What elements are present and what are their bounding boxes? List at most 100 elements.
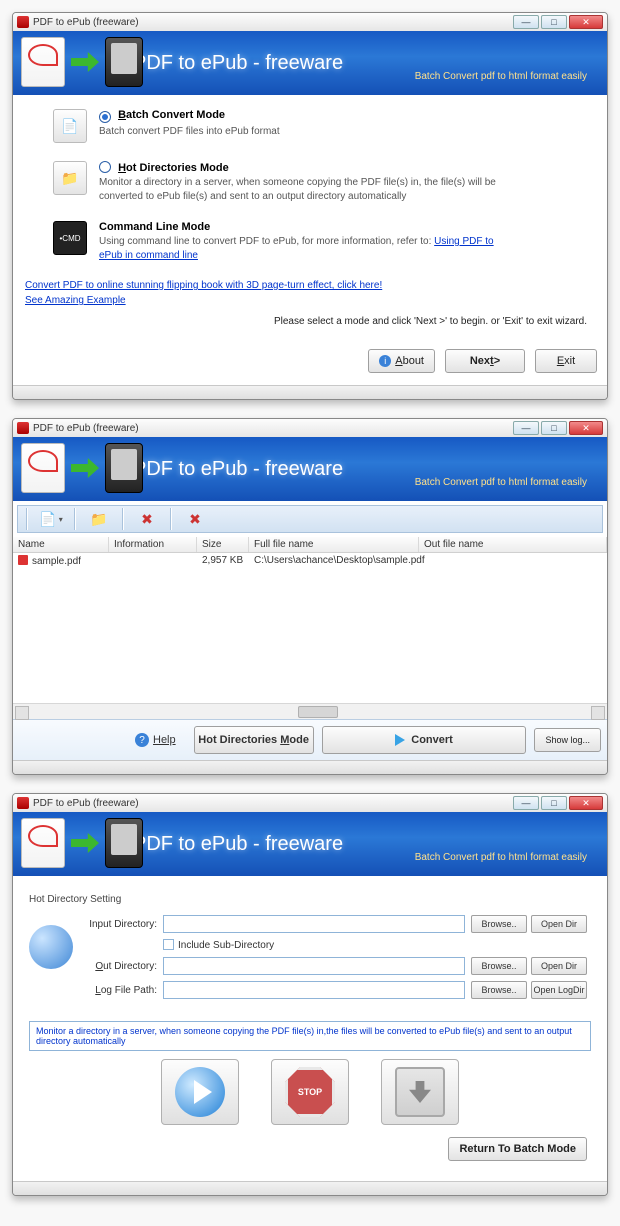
banner-title: PDF to ePub - freeware <box>133 833 343 856</box>
maximize-button[interactable]: □ <box>541 421 567 435</box>
app-icon <box>17 422 29 434</box>
window-batch-convert: PDF to ePub (freeware) — □ ✕ PDF to ePub… <box>12 418 608 775</box>
download-icon <box>395 1067 445 1117</box>
hotdir-mode-desc: Monitor a directory in a server, when so… <box>99 176 519 203</box>
play-circle-icon <box>175 1067 225 1117</box>
log-path-field[interactable] <box>163 981 465 999</box>
input-directory-field[interactable] <box>163 915 465 933</box>
cell-name: sample.pdf <box>32 556 81 567</box>
label-input-dir: Input Directory: <box>83 919 163 930</box>
title: PDF to ePub (freeware) <box>33 798 139 809</box>
col-size[interactable]: Size <box>197 537 249 552</box>
add-folder-button[interactable]: 📁 <box>86 508 112 530</box>
close-button[interactable]: ✕ <box>569 15 603 29</box>
pdf-logo-icon <box>21 37 65 87</box>
output-button[interactable] <box>381 1059 459 1125</box>
browse-input-button[interactable]: Browse.. <box>471 915 527 933</box>
play-icon <box>395 734 405 746</box>
banner: PDF to ePub - freeware Batch Convert pdf… <box>13 31 607 95</box>
table-row[interactable]: sample.pdf 2,957 KB C:\Users\achance\Des… <box>13 553 607 569</box>
col-fullname[interactable]: Full file name <box>249 537 419 552</box>
col-name[interactable]: Name <box>13 537 109 552</box>
maximize-button[interactable]: □ <box>541 796 567 810</box>
minimize-button[interactable]: — <box>513 796 539 810</box>
titlebar[interactable]: PDF to ePub (freeware) — □ ✕ <box>13 794 607 812</box>
mode-batch-convert[interactable]: 📄 Batch Convert Mode Batch convert PDF f… <box>53 109 593 143</box>
instruction-text: Please select a mode and click 'Next >' … <box>53 316 587 327</box>
globe-icon <box>29 925 73 969</box>
mode-command-line: •CMD Command Line Mode Using command lin… <box>53 221 593 262</box>
minimize-button[interactable]: — <box>513 15 539 29</box>
cmd-mode-icon: •CMD <box>53 221 87 255</box>
ebook-logo-icon <box>105 37 143 87</box>
statusbar <box>13 385 607 399</box>
cell-outname <box>419 553 607 569</box>
help-link[interactable]: ?Help <box>135 733 176 747</box>
pdf-file-icon <box>18 555 28 565</box>
cmd-mode-desc: Using command line to convert PDF to ePu… <box>99 235 519 262</box>
section-label: Hot Directory Setting <box>29 894 591 905</box>
ebook-logo-icon <box>105 443 143 493</box>
open-out-dir-button[interactable]: Open Dir <box>531 957 587 975</box>
radio-hotdir[interactable] <box>99 161 111 173</box>
titlebar[interactable]: PDF to ePub (freeware) — □ ✕ <box>13 13 607 31</box>
tools-button[interactable]: ✖ <box>182 508 208 530</box>
stop-button[interactable]: STOP <box>271 1059 349 1125</box>
show-log-button[interactable]: Show log... <box>534 728 601 752</box>
add-file-button[interactable]: 📄 <box>38 508 64 530</box>
titlebar[interactable]: PDF to ePub (freeware) — □ ✕ <box>13 419 607 437</box>
maximize-button[interactable]: □ <box>541 15 567 29</box>
app-icon <box>17 16 29 28</box>
next-button[interactable]: Next> <box>445 349 525 373</box>
hot-dir-mode-icon: 📁 <box>53 161 87 195</box>
banner-subtitle: Batch Convert pdf to html format easily <box>415 71 587 82</box>
title: PDF to ePub (freeware) <box>33 17 139 28</box>
close-button[interactable]: ✕ <box>569 421 603 435</box>
statusbar <box>13 760 607 774</box>
start-button[interactable] <box>161 1059 239 1125</box>
hot-directories-mode-button[interactable]: Hot Directories Mode <box>194 726 314 754</box>
pdf-logo-icon <box>21 443 65 493</box>
include-subdir-option[interactable]: Include Sub-Directory <box>163 939 274 951</box>
banner: PDF to ePub - freeware Batch Convert pdf… <box>13 812 607 876</box>
out-directory-field[interactable] <box>163 957 465 975</box>
window-hot-directory: PDF to ePub (freeware) — □ ✕ PDF to ePub… <box>12 793 608 1196</box>
open-input-dir-button[interactable]: Open Dir <box>531 915 587 933</box>
arrow-icon <box>71 52 99 72</box>
checkbox-subdir[interactable] <box>163 939 174 950</box>
arrow-icon <box>71 458 99 478</box>
flipbook-link[interactable]: Convert PDF to online stunning flipping … <box>25 280 593 291</box>
pdf-logo-icon <box>21 818 65 868</box>
example-link[interactable]: See Amazing Example <box>25 295 593 306</box>
exit-button[interactable]: Exit <box>535 349 597 373</box>
col-outname[interactable]: Out file name <box>419 537 607 552</box>
grid-body[interactable]: sample.pdf 2,957 KB C:\Users\achance\Des… <box>13 553 607 703</box>
statusbar <box>13 1181 607 1195</box>
label-out-dir: Out Directory: <box>83 961 163 972</box>
close-button[interactable]: ✕ <box>569 796 603 810</box>
browse-out-button[interactable]: Browse.. <box>471 957 527 975</box>
arrow-icon <box>71 833 99 853</box>
cell-info <box>109 553 197 569</box>
horizontal-scrollbar[interactable] <box>13 703 607 719</box>
label-log-path: Log File Path: <box>83 985 163 996</box>
banner-subtitle: Batch Convert pdf to html format easily <box>415 852 587 863</box>
stop-icon: STOP <box>285 1067 335 1117</box>
radio-batch[interactable] <box>99 111 111 123</box>
app-icon <box>17 797 29 809</box>
batch-mode-icon: 📄 <box>53 109 87 143</box>
grid-header: Name Information Size Full file name Out… <box>13 537 607 553</box>
banner: PDF to ePub - freeware Batch Convert pdf… <box>13 437 607 501</box>
cell-size: 2,957 KB <box>197 553 249 569</box>
col-info[interactable]: Information <box>109 537 197 552</box>
mode-hot-directories[interactable]: 📁 Hot Directories Mode Monitor a directo… <box>53 161 593 203</box>
remove-button[interactable]: ✖ <box>134 508 160 530</box>
browse-log-button[interactable]: Browse.. <box>471 981 527 999</box>
minimize-button[interactable]: — <box>513 421 539 435</box>
open-log-dir-button[interactable]: Open LogDir <box>531 981 587 999</box>
return-batch-mode-button[interactable]: Return To Batch Mode <box>448 1137 587 1161</box>
title: PDF to ePub (freeware) <box>33 423 139 434</box>
convert-button[interactable]: Convert <box>322 726 527 754</box>
info-icon: i <box>379 355 391 367</box>
about-button[interactable]: iAbout <box>368 349 435 373</box>
